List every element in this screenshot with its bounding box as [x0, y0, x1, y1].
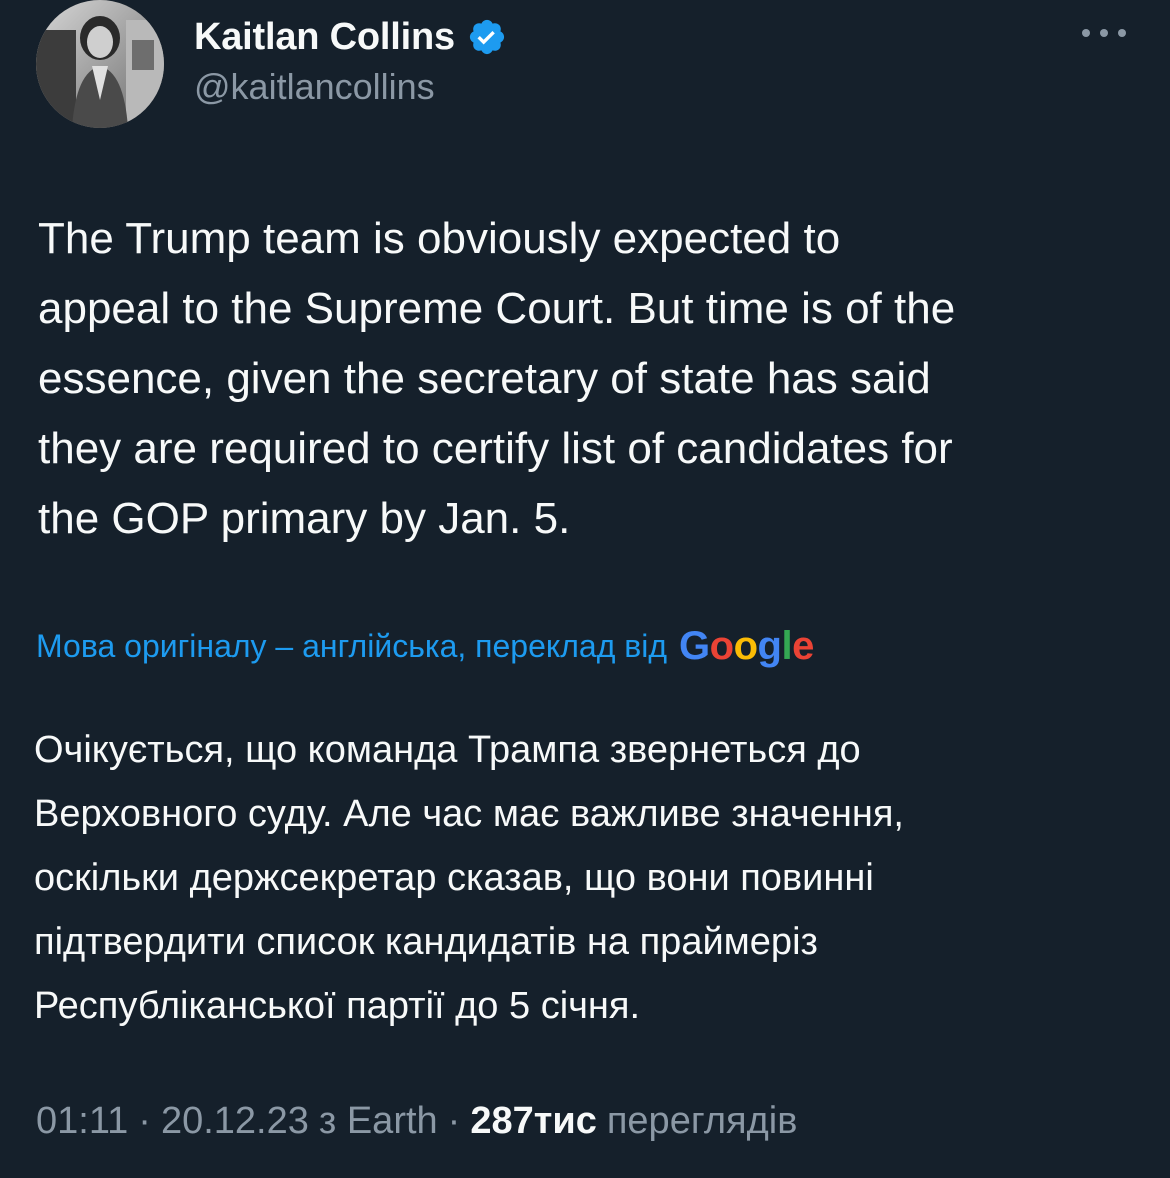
handle[interactable]: @kaitlancollins	[194, 66, 435, 108]
more-dot	[1118, 29, 1126, 37]
tweet-date[interactable]: 20.12.23	[161, 1100, 309, 1143]
more-dot	[1100, 29, 1108, 37]
name-row: Kaitlan Collins	[194, 12, 507, 62]
more-horizontal-icon[interactable]	[1082, 18, 1126, 48]
meta-separator: ·	[138, 1100, 151, 1142]
tweet-header: Kaitlan Collins @kaitlancollins	[36, 0, 1136, 130]
translation-attribution[interactable]: Мова оригіналу – англійська, переклад ві…	[36, 626, 814, 666]
google-logo: Google	[679, 624, 814, 668]
verified-badge-icon	[467, 17, 507, 57]
more-dot	[1082, 29, 1090, 37]
display-name[interactable]: Kaitlan Collins	[194, 16, 455, 59]
translation-label[interactable]: Мова оригіналу – англійська, переклад ві…	[36, 628, 667, 665]
tweet-text: The Trump team is obviously expected to …	[38, 214, 956, 543]
avatar-image	[36, 0, 164, 128]
meta-separator: ·	[447, 1100, 461, 1142]
avatar[interactable]	[36, 0, 164, 128]
views-label: переглядів	[606, 1100, 798, 1142]
tweet-meta: 01:11 · 20.12.23 з Earth · 287тис перегл…	[36, 1100, 797, 1143]
tweet-source: з Earth	[318, 1100, 438, 1142]
views-count[interactable]: 287тис	[470, 1100, 597, 1143]
tweet-time[interactable]: 01:11	[36, 1100, 128, 1143]
translated-text: Очікується, що команда Трампа звернеться…	[34, 729, 904, 1027]
